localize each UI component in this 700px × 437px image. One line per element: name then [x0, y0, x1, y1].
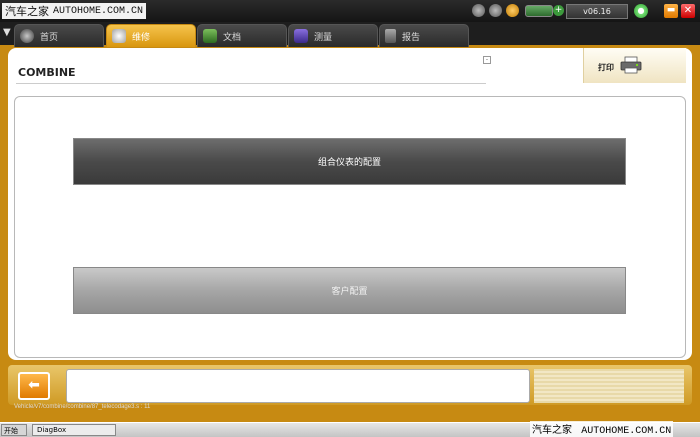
collapse-icon[interactable]: - [483, 56, 491, 64]
watermark-bottom-url: AUTOHOME.COM.CN [581, 426, 672, 437]
page-title: COMBINE [18, 66, 76, 79]
tab-report[interactable]: 报告 [379, 24, 469, 47]
tab-measure[interactable]: 测量 [288, 24, 378, 47]
tab-home-label: 首页 [40, 32, 59, 43]
waveform-icon [294, 29, 308, 43]
tab-documents[interactable]: 文档 [197, 24, 287, 47]
tab-measure-label: 测量 [314, 32, 333, 43]
watermark-bottom-logo: 汽车之家 [532, 425, 572, 436]
message-area [66, 369, 530, 403]
printer-icon [620, 56, 642, 74]
customer-config-label: 客户配置 [331, 287, 368, 297]
taskbar-item-diagbox[interactable]: DiagBox [32, 424, 116, 436]
start-button[interactable]: 开始 [1, 424, 27, 436]
headset-icon[interactable] [489, 4, 502, 17]
wrench-icon [112, 29, 126, 43]
watermark-logo: 汽车之家 [5, 5, 49, 18]
status-stripes [534, 369, 684, 403]
arrow-left-icon: ⬅ [28, 377, 40, 393]
start-label: 开始 [4, 427, 18, 435]
minimize-button[interactable]: ▬ [664, 4, 678, 18]
home-icon [20, 29, 34, 43]
tab-repair-label: 维修 [132, 32, 151, 43]
globe-icon[interactable] [472, 4, 485, 17]
watermark: 汽车之家 AUTOHOME.COM.CN [2, 3, 147, 19]
battery-icon [525, 4, 553, 17]
back-button[interactable]: ⬅ [18, 372, 50, 400]
watermark-url: AUTOHOME.COM.CN [53, 5, 144, 17]
taskbar-item-label: DiagBox [37, 426, 67, 434]
report-icon [385, 29, 396, 43]
tab-bar: ▼ 首页 维修 文档 测量 报告 [0, 22, 700, 47]
tab-report-label: 报告 [402, 32, 421, 43]
tab-home[interactable]: 首页 [14, 24, 104, 47]
chevron-down-icon[interactable]: ▼ [3, 27, 11, 38]
print-button[interactable]: 打印 [583, 48, 686, 83]
tab-repair[interactable]: 维修 [106, 24, 196, 47]
update-icon[interactable]: ● [634, 4, 648, 18]
status-path: Vehicle/v7/combine/combine/87_telecodage… [14, 404, 151, 410]
watermark-bottom: 汽车之家 AUTOHOME.COM.CN [530, 421, 674, 437]
document-icon [203, 29, 217, 43]
close-button[interactable]: ✕ [681, 4, 695, 18]
tab-documents-label: 文档 [223, 32, 242, 43]
cluster-config-label: 组合仪表的配置 [317, 158, 381, 168]
settings-icon[interactable] [506, 4, 519, 17]
header-divider [16, 83, 486, 84]
status-icons: + [472, 4, 564, 17]
version-label: v06.16 [566, 4, 628, 19]
plus-icon: + [553, 5, 564, 16]
options-container [14, 96, 686, 358]
cluster-config-button[interactable]: 组合仪表的配置 [73, 138, 626, 185]
print-label: 打印 [598, 63, 614, 72]
title-bar: 汽车之家 AUTOHOME.COM.CN + v06.16 ● ▬ ✕ [0, 0, 700, 22]
customer-config-button[interactable]: 客户配置 [73, 267, 626, 314]
